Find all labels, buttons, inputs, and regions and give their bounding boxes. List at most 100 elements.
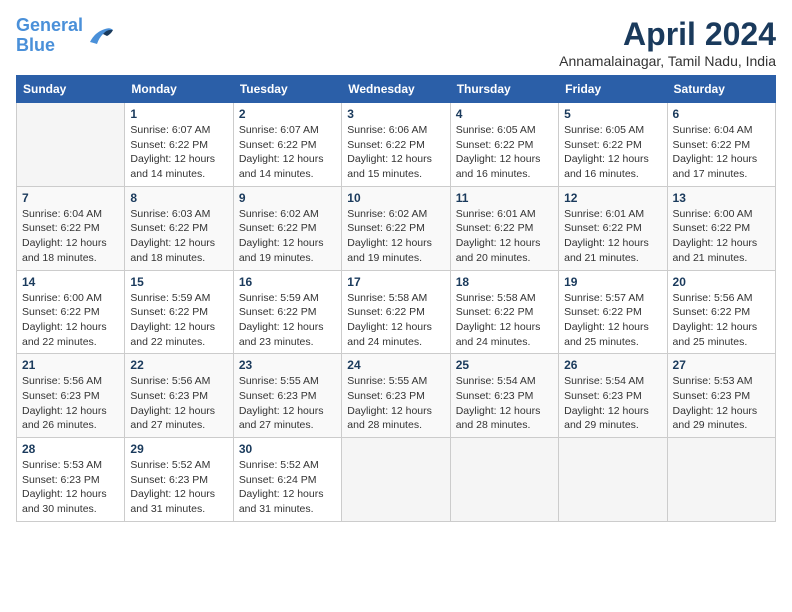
calendar-cell: 29Sunrise: 5:52 AMSunset: 6:23 PMDayligh… <box>125 438 233 522</box>
day-number: 6 <box>673 107 770 121</box>
day-info: Sunrise: 5:59 AMSunset: 6:22 PMDaylight:… <box>130 291 227 350</box>
day-number: 5 <box>564 107 661 121</box>
calendar-cell: 13 Sunrise: 6:00 AMSunset: 6:22 PMDayligh… <box>667 186 775 270</box>
calendar-week-row: 21 Sunrise: 5:56 AMSunset: 6:23 PMDayligh… <box>17 354 776 438</box>
weekday-header-wednesday: Wednesday <box>342 76 450 103</box>
calendar-cell: 21 Sunrise: 5:56 AMSunset: 6:23 PMDayligh… <box>17 354 125 438</box>
calendar-cell <box>450 438 558 522</box>
day-info: Sunrise: 5:58 AMSunset: 6:22 PMDaylight:… <box>456 291 553 350</box>
day-info: Sunrise: 5:54 AMSunset: 6:23 PMDaylight:… <box>456 374 553 433</box>
day-number: 14 <box>22 275 119 289</box>
day-info: Sunrise: 6:05 AMSunset: 6:22 PMDaylight:… <box>564 123 661 182</box>
weekday-header-friday: Friday <box>559 76 667 103</box>
day-number: 8 <box>130 191 227 205</box>
day-info: Sunrise: 6:06 AMSunset: 6:22 PMDaylight:… <box>347 123 444 182</box>
logo-bird-icon <box>85 24 115 48</box>
day-info: Sunrise: 5:53 AMSunset: 6:23 PMDaylight:… <box>673 374 770 433</box>
weekday-header-thursday: Thursday <box>450 76 558 103</box>
calendar-cell: 28 Sunrise: 5:53 AMSunset: 6:23 PMDayligh… <box>17 438 125 522</box>
page-header: General Blue April 2024 Annamalainagar, … <box>16 16 776 69</box>
calendar-week-row: 28 Sunrise: 5:53 AMSunset: 6:23 PMDayligh… <box>17 438 776 522</box>
day-info: Sunrise: 6:05 AMSunset: 6:22 PMDaylight:… <box>456 123 553 182</box>
calendar-cell: 18 Sunrise: 5:58 AMSunset: 6:22 PMDayligh… <box>450 270 558 354</box>
day-number: 21 <box>22 358 119 372</box>
logo-blue: Blue <box>16 35 55 55</box>
day-info: Sunrise: 6:07 AMSunset: 6:22 PMDaylight:… <box>130 123 227 182</box>
day-info: Sunrise: 5:52 AMSunset: 6:24 PMDaylight:… <box>239 458 336 517</box>
day-info: Sunrise: 6:01 AMSunset: 6:22 PMDaylight:… <box>564 207 661 266</box>
weekday-header-saturday: Saturday <box>667 76 775 103</box>
month-title: April 2024 <box>559 16 776 53</box>
weekday-header-sunday: Sunday <box>17 76 125 103</box>
day-number: 13 <box>673 191 770 205</box>
day-info: Sunrise: 5:55 AMSunset: 6:23 PMDaylight:… <box>347 374 444 433</box>
day-info: Sunrise: 5:54 AMSunset: 6:23 PMDaylight:… <box>564 374 661 433</box>
day-info: Sunrise: 5:59 AMSunset: 6:22 PMDaylight:… <box>239 291 336 350</box>
calendar-week-row: 14 Sunrise: 6:00 AMSunset: 6:22 PMDayligh… <box>17 270 776 354</box>
day-info: Sunrise: 5:55 AMSunset: 6:23 PMDaylight:… <box>239 374 336 433</box>
day-number: 26 <box>564 358 661 372</box>
day-number: 12 <box>564 191 661 205</box>
day-number: 15 <box>130 275 227 289</box>
weekday-header-monday: Monday <box>125 76 233 103</box>
day-number: 1 <box>130 107 227 121</box>
day-info: Sunrise: 5:58 AMSunset: 6:22 PMDaylight:… <box>347 291 444 350</box>
calendar-header: SundayMondayTuesdayWednesdayThursdayFrid… <box>17 76 776 103</box>
day-number: 18 <box>456 275 553 289</box>
calendar-cell: 16Sunrise: 5:59 AMSunset: 6:22 PMDayligh… <box>233 270 341 354</box>
day-number: 17 <box>347 275 444 289</box>
day-info: Sunrise: 6:00 AMSunset: 6:22 PMDaylight:… <box>22 291 119 350</box>
day-number: 24 <box>347 358 444 372</box>
calendar-body: 1 Sunrise: 6:07 AMSunset: 6:22 PMDaylight… <box>17 103 776 522</box>
day-number: 30 <box>239 442 336 456</box>
calendar-cell: 9Sunrise: 6:02 AMSunset: 6:22 PMDaylight… <box>233 186 341 270</box>
calendar-cell: 1 Sunrise: 6:07 AMSunset: 6:22 PMDaylight… <box>125 103 233 187</box>
calendar-cell: 25 Sunrise: 5:54 AMSunset: 6:23 PMDayligh… <box>450 354 558 438</box>
calendar-cell: 8 Sunrise: 6:03 AMSunset: 6:22 PMDaylight… <box>125 186 233 270</box>
day-number: 27 <box>673 358 770 372</box>
calendar-cell: 24 Sunrise: 5:55 AMSunset: 6:23 PMDayligh… <box>342 354 450 438</box>
location-text: Annamalainagar, Tamil Nadu, India <box>559 53 776 69</box>
calendar-cell: 14 Sunrise: 6:00 AMSunset: 6:22 PMDayligh… <box>17 270 125 354</box>
day-number: 25 <box>456 358 553 372</box>
calendar-cell: 19 Sunrise: 5:57 AMSunset: 6:22 PMDayligh… <box>559 270 667 354</box>
title-block: April 2024 Annamalainagar, Tamil Nadu, I… <box>559 16 776 69</box>
day-info: Sunrise: 6:00 AMSunset: 6:22 PMDaylight:… <box>673 207 770 266</box>
calendar-cell <box>342 438 450 522</box>
day-number: 28 <box>22 442 119 456</box>
calendar-week-row: 7 Sunrise: 6:04 AMSunset: 6:22 PMDaylight… <box>17 186 776 270</box>
calendar-cell: 27 Sunrise: 5:53 AMSunset: 6:23 PMDayligh… <box>667 354 775 438</box>
day-info: Sunrise: 5:53 AMSunset: 6:23 PMDaylight:… <box>22 458 119 517</box>
day-info: Sunrise: 6:03 AMSunset: 6:22 PMDaylight:… <box>130 207 227 266</box>
calendar-week-row: 1 Sunrise: 6:07 AMSunset: 6:22 PMDaylight… <box>17 103 776 187</box>
logo-general: General <box>16 15 83 35</box>
calendar-cell: 20 Sunrise: 5:56 AMSunset: 6:22 PMDayligh… <box>667 270 775 354</box>
logo-text: General Blue <box>16 16 83 56</box>
day-number: 19 <box>564 275 661 289</box>
day-info: Sunrise: 6:02 AMSunset: 6:22 PMDaylight:… <box>347 207 444 266</box>
day-number: 7 <box>22 191 119 205</box>
day-info: Sunrise: 6:04 AMSunset: 6:22 PMDaylight:… <box>673 123 770 182</box>
day-info: Sunrise: 5:56 AMSunset: 6:23 PMDaylight:… <box>130 374 227 433</box>
day-info: Sunrise: 5:52 AMSunset: 6:23 PMDaylight:… <box>130 458 227 517</box>
calendar-cell: 26 Sunrise: 5:54 AMSunset: 6:23 PMDayligh… <box>559 354 667 438</box>
day-number: 10 <box>347 191 444 205</box>
day-number: 22 <box>130 358 227 372</box>
day-number: 23 <box>239 358 336 372</box>
calendar-cell: 4 Sunrise: 6:05 AMSunset: 6:22 PMDaylight… <box>450 103 558 187</box>
calendar-cell: 15 Sunrise: 5:59 AMSunset: 6:22 PMDayligh… <box>125 270 233 354</box>
calendar-table: SundayMondayTuesdayWednesdayThursdayFrid… <box>16 75 776 522</box>
day-number: 4 <box>456 107 553 121</box>
calendar-cell: 6 Sunrise: 6:04 AMSunset: 6:22 PMDaylight… <box>667 103 775 187</box>
weekday-header-tuesday: Tuesday <box>233 76 341 103</box>
day-info: Sunrise: 6:02 AMSunset: 6:22 PMDaylight:… <box>239 207 336 266</box>
calendar-cell <box>17 103 125 187</box>
day-info: Sunrise: 5:56 AMSunset: 6:22 PMDaylight:… <box>673 291 770 350</box>
day-info: Sunrise: 6:07 AMSunset: 6:22 PMDaylight:… <box>239 123 336 182</box>
calendar-cell: 30 Sunrise: 5:52 AMSunset: 6:24 PMDayligh… <box>233 438 341 522</box>
day-info: Sunrise: 5:57 AMSunset: 6:22 PMDaylight:… <box>564 291 661 350</box>
day-number: 20 <box>673 275 770 289</box>
calendar-cell: 7 Sunrise: 6:04 AMSunset: 6:22 PMDaylight… <box>17 186 125 270</box>
day-info: Sunrise: 5:56 AMSunset: 6:23 PMDaylight:… <box>22 374 119 433</box>
day-info: Sunrise: 6:04 AMSunset: 6:22 PMDaylight:… <box>22 207 119 266</box>
